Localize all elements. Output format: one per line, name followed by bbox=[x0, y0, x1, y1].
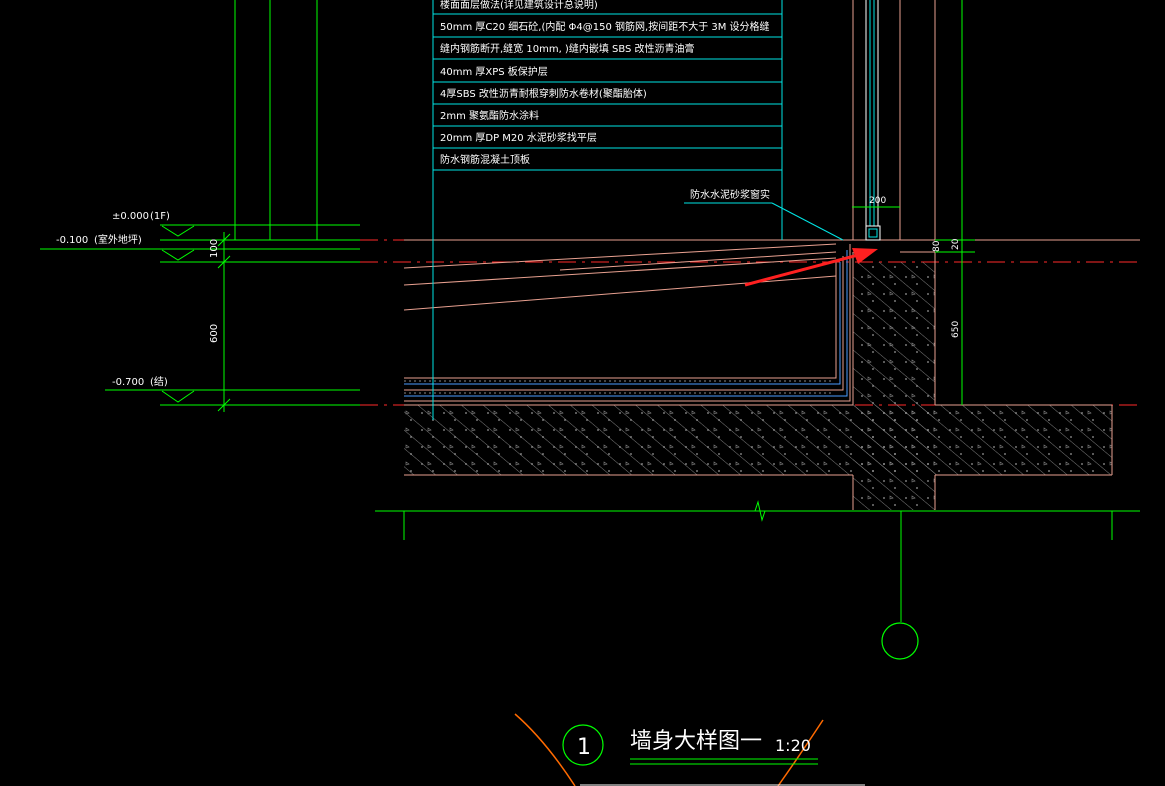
break-mark bbox=[750, 500, 770, 522]
elevation-m0100-note: (室外地坪) bbox=[94, 233, 142, 246]
layer-note-6: 20mm 厚DP M20 水泥砂浆找平层 bbox=[440, 131, 597, 144]
dimension-100: 100 bbox=[209, 239, 220, 258]
dimension-650: 650 bbox=[951, 321, 961, 338]
elevation-markers bbox=[40, 0, 360, 412]
elevation-pm000: ±0.000 bbox=[112, 211, 149, 222]
dimension-600: 600 bbox=[209, 324, 220, 343]
dimension-200: 200 bbox=[869, 196, 886, 206]
dimension-20: 20 bbox=[951, 238, 961, 250]
layer-note-5: 2mm 聚氨酯防水涂料 bbox=[440, 109, 539, 122]
dimension-80: 80 bbox=[932, 240, 942, 252]
drawing-scale: 1:20 bbox=[775, 736, 811, 755]
wall-window bbox=[852, 0, 936, 241]
elevation-m0100: -0.100 bbox=[56, 235, 88, 246]
elevation-pm000-note: (1F) bbox=[150, 211, 170, 222]
elevation-m0700: -0.700 bbox=[112, 377, 144, 388]
callout-label: 防水水泥砂浆窗实 bbox=[690, 188, 770, 201]
callout-leader bbox=[684, 202, 844, 241]
elevation-labels: ±0.000 (1F) -0.100 (室外地坪) -0.700 (结) 100… bbox=[56, 211, 220, 388]
waterproof-layers bbox=[403, 243, 851, 402]
axis-bubble bbox=[881, 622, 919, 660]
layer-note-7: 防水钢筋混凝土顶板 bbox=[440, 153, 530, 166]
layer-note-0: 楼面面层做法(详见建筑设计总说明) bbox=[440, 0, 598, 11]
layer-note-4: 4厚SBS 改性沥青耐根穿刺防水卷材(聚酯胎体) bbox=[440, 87, 647, 100]
layer-note-3: 40mm 厚XPS 板保护层 bbox=[440, 65, 548, 78]
layer-note-table bbox=[432, 0, 783, 420]
drawing-title: 墙身大样图一 bbox=[630, 729, 762, 754]
layer-note-texts: 楼面面层做法(详见建筑设计总说明) 50mm 厚C20 细石砼,(内配 Φ4@1… bbox=[440, 0, 770, 166]
layer-note-1: 50mm 厚C20 细石砼,(内配 Φ4@150 钢筋网,按间距不大于 3M 设… bbox=[440, 20, 770, 33]
title-number: 1 bbox=[577, 735, 591, 760]
elevation-m0700-note: (结) bbox=[150, 375, 168, 388]
concrete-slab bbox=[404, 239, 1140, 510]
level-centerlines bbox=[360, 239, 1140, 406]
cad-drawing-canvas: ±0.000 (1F) -0.100 (室外地坪) -0.700 (结) 100… bbox=[40, 0, 1140, 786]
title-block: 1 墙身大样图一 1:20 bbox=[514, 713, 865, 786]
layer-note-2: 缝内钢筋断开,缝宽 10mm, )缝内嵌填 SBS 改性沥青油膏 bbox=[440, 42, 695, 55]
